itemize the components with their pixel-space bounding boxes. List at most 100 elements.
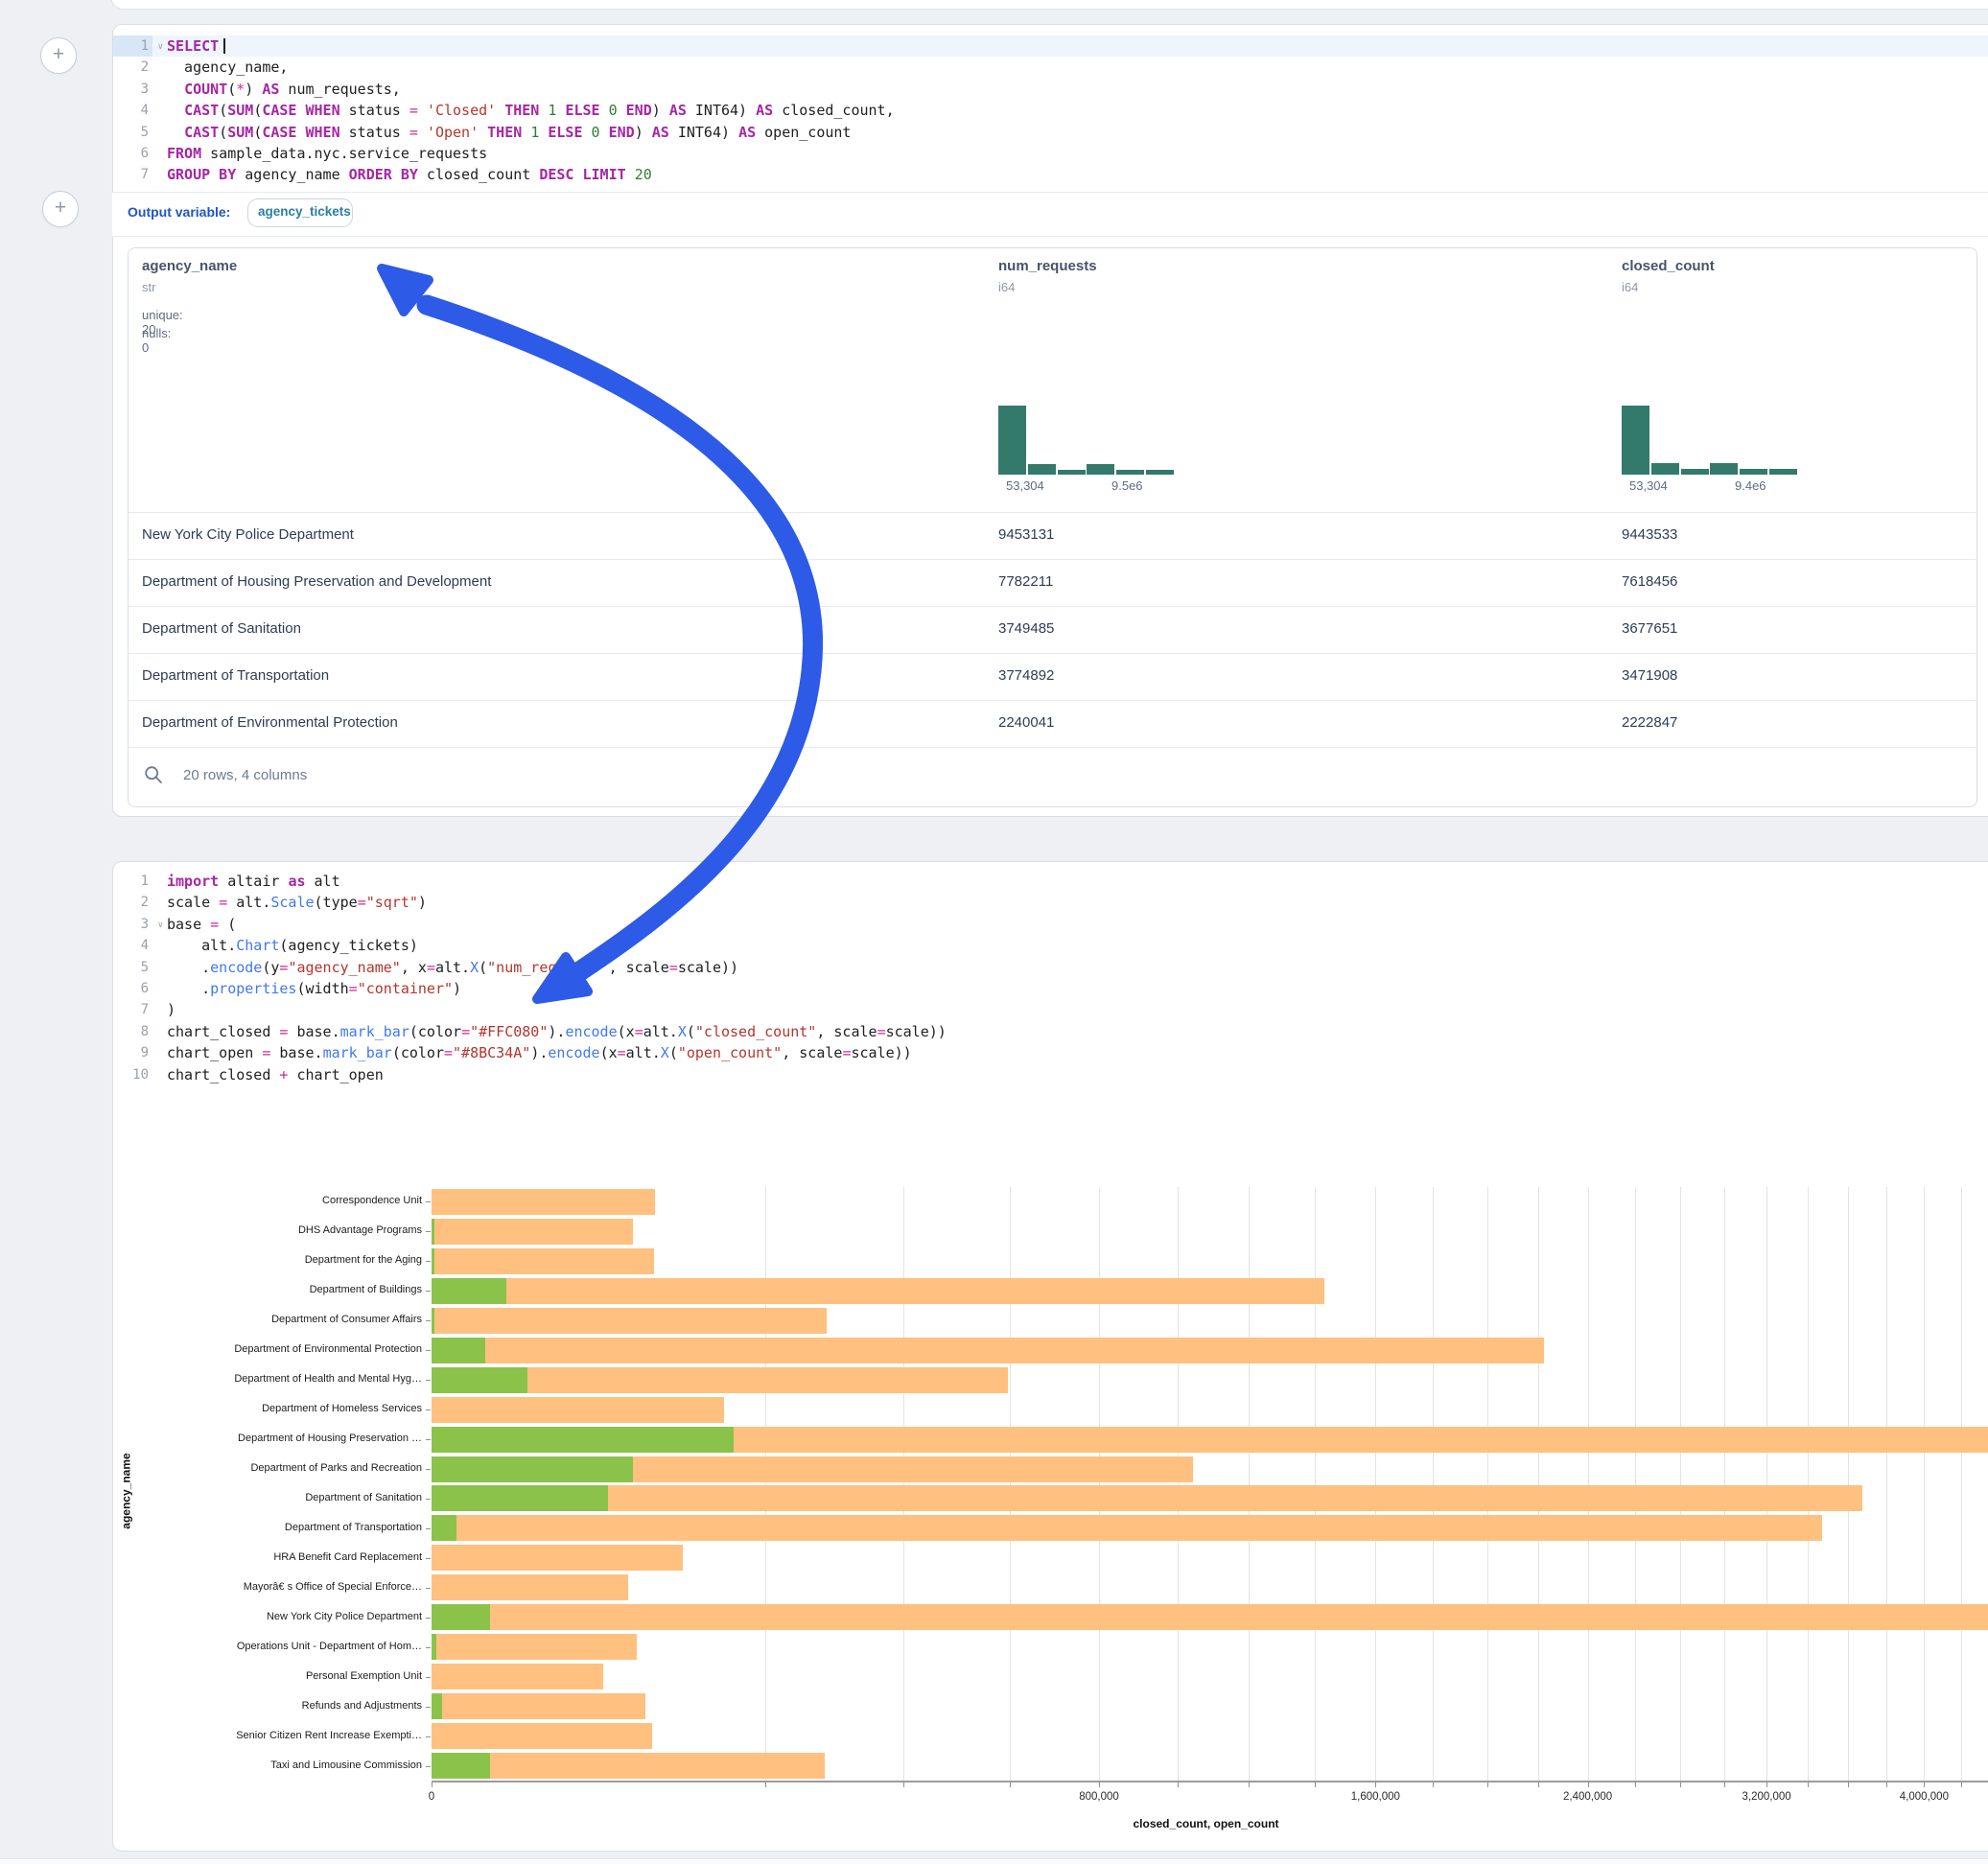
table-row[interactable]: Department of Transportation 3774892 34719… (129, 653, 1976, 701)
output-variable-row: Output variable: agency_tickets (112, 192, 1988, 237)
line-number: 6 (113, 978, 152, 999)
text-caret (223, 38, 225, 54)
cell-agency-name: New York City Police Department (142, 526, 354, 543)
closed-count-histogram (1622, 404, 1798, 475)
line-number: 3∨ (113, 914, 152, 935)
table-row[interactable]: Department of Environmental Protection 22… (129, 700, 1976, 748)
line-number: 6 (113, 143, 152, 164)
cell-agency-name: Department of Sanitation (142, 620, 301, 637)
histogram-bar (1769, 469, 1797, 475)
code-line[interactable]: 8chart_closed = base.mark_bar(color="#FF… (113, 1021, 1988, 1042)
code-text: SELECT (152, 35, 225, 57)
line-number: 3 (113, 79, 152, 100)
histogram-bar (1058, 470, 1086, 475)
cell-agency-name: Department of Environmental Protection (142, 714, 398, 731)
code-line[interactable]: 1∨SELECT (113, 35, 1988, 57)
previous-cell-edge (110, 0, 1988, 10)
code-line[interactable]: 1import altair as alt (113, 871, 1988, 892)
table-footer: 20 rows, 4 columns (129, 747, 1976, 807)
column-stat-nulls: nulls: 0 (142, 326, 171, 355)
histogram-bar (1087, 464, 1114, 475)
line-number: 4 (113, 100, 152, 121)
code-line[interactable]: 2 agency_name, (113, 57, 1988, 78)
cell-agency-name: Department of Housing Preservation and D… (142, 573, 491, 590)
cell-num-requests: 9453131 (998, 526, 1054, 543)
code-line[interactable]: 7) (113, 999, 1988, 1020)
line-number: 5 (113, 957, 152, 978)
cell-num-requests: 3774892 (998, 667, 1054, 684)
code-text: FROM sample_data.nyc.service_requests (152, 143, 487, 164)
histogram-max-label: 9.4e6 (1735, 478, 1766, 493)
line-number: 7 (113, 999, 152, 1020)
num-requests-histogram (998, 404, 1175, 475)
code-line[interactable]: 9chart_open = base.mark_bar(color="#8BC3… (113, 1042, 1988, 1063)
code-text: .properties(width="container") (152, 978, 461, 999)
fold-chevron-icon[interactable]: ∨ (158, 915, 163, 936)
sql-code-editor[interactable]: 1∨SELECT2 agency_name,3 COUNT(*) AS num_… (113, 25, 1988, 194)
code-line[interactable]: 6 .properties(width="container") (113, 978, 1988, 999)
histogram-min-label: 53,304 (1006, 478, 1044, 493)
code-text: agency_name, (152, 57, 288, 78)
code-line[interactable]: 3 COUNT(*) AS num_requests, (113, 79, 1988, 100)
column-name: num_requests (998, 258, 1097, 274)
table-row[interactable]: Department of Sanitation37494853677651 (129, 606, 1976, 654)
line-number: 10 (113, 1064, 152, 1085)
line-number: 4 (113, 935, 152, 956)
python-cell: 1import altair as alt2scale = alt.Scale(… (112, 861, 1988, 1852)
histogram-bar (1740, 469, 1767, 475)
code-line[interactable]: 4 CAST(SUM(CASE WHEN status = 'Closed' T… (113, 100, 1988, 121)
fold-chevron-icon[interactable]: ∨ (158, 36, 163, 58)
code-text: alt.Chart(agency_tickets) (152, 935, 418, 956)
code-text: CAST(SUM(CASE WHEN status = 'Open' THEN … (152, 122, 851, 143)
cell-agency-name: Department of Transportation (142, 667, 329, 684)
add-cell-button-top[interactable]: + (40, 37, 77, 74)
code-line[interactable]: 7GROUP BY agency_name ORDER BY closed_co… (113, 164, 1988, 185)
histogram-bar (1028, 464, 1056, 475)
output-variable-label: Output variable: (128, 204, 230, 220)
code-text: COUNT(*) AS num_requests, (152, 79, 401, 100)
histogram-bar (1146, 470, 1174, 475)
code-text: scale = alt.Scale(type="sqrt") (152, 892, 427, 913)
code-line[interactable]: 6FROM sample_data.nyc.service_requests (113, 143, 1988, 164)
cell-closed-count: 9443533 (1622, 526, 1677, 543)
table-row[interactable]: New York City Police Department 9453131 94… (129, 512, 1976, 560)
table-row[interactable]: Department of Housing Preservation and D… (129, 559, 1976, 607)
code-line[interactable]: 2scale = alt.Scale(type="sqrt") (113, 892, 1988, 913)
code-line[interactable]: 10chart_closed + chart_open (113, 1064, 1988, 1085)
code-line[interactable]: 5 CAST(SUM(CASE WHEN status = 'Open' THE… (113, 122, 1988, 143)
next-cell-edge (0, 1858, 1988, 1864)
code-text: CAST(SUM(CASE WHEN status = 'Closed' THE… (152, 100, 895, 121)
column-name: agency_name (142, 258, 237, 274)
python-code-editor[interactable]: 1import altair as alt2scale = alt.Scale(… (113, 862, 1988, 1085)
line-number: 1∨ (113, 35, 152, 57)
line-number: 1 (113, 871, 152, 892)
row-count-label: 20 rows, 4 columns (183, 767, 307, 783)
search-icon[interactable] (144, 765, 163, 784)
histogram-bar (1681, 469, 1709, 475)
histogram-bar (1116, 470, 1144, 475)
code-text: chart_closed + chart_open (152, 1064, 384, 1085)
cell-num-requests: 2240041 (998, 714, 1054, 731)
results-table: agency_name str unique: 20 nulls: 0 num_… (128, 247, 1977, 807)
code-text: GROUP BY agency_name ORDER BY closed_cou… (152, 164, 652, 185)
code-text: chart_closed = base.mark_bar(color="#FFC… (152, 1021, 947, 1042)
histogram-bar (998, 406, 1026, 475)
histogram-min-label: 53,304 (1629, 478, 1668, 493)
line-number: 5 (113, 122, 152, 143)
line-number: 9 (113, 1042, 152, 1063)
histogram-max-label: 9.5e6 (1111, 478, 1143, 493)
cell-closed-count: 3677651 (1622, 620, 1677, 637)
histogram-bar (1710, 463, 1738, 475)
cell-closed-count: 7618456 (1622, 573, 1677, 590)
column-type: str (142, 280, 155, 294)
code-line[interactable]: 5 .encode(y="agency_name", x=alt.X("num_… (113, 957, 1988, 978)
code-line[interactable]: 3∨base = ( (113, 914, 1988, 935)
code-line[interactable]: 4 alt.Chart(agency_tickets) (113, 935, 1988, 956)
output-variable-pill[interactable]: agency_tickets (247, 198, 353, 227)
add-cell-button-output[interactable]: + (42, 191, 79, 227)
cell-closed-count: 3471908 (1622, 667, 1677, 684)
line-number: 2 (113, 892, 152, 913)
line-number: 8 (113, 1021, 152, 1042)
code-text: ) (152, 999, 175, 1020)
code-text: .encode(y="agency_name", x=alt.X("num_re… (152, 957, 738, 978)
